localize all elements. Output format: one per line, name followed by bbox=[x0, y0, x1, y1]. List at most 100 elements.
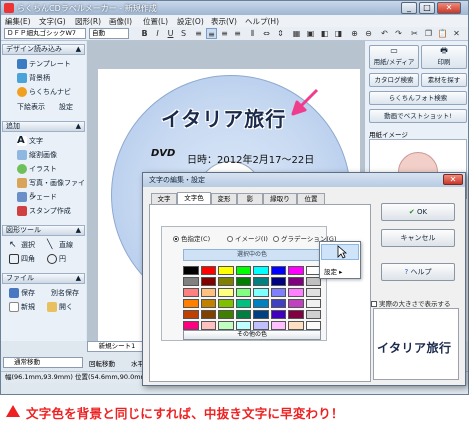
color-swatch[interactable] bbox=[270, 288, 286, 297]
add-illust-item[interactable]: イラスト bbox=[17, 163, 57, 175]
new-item[interactable]: 新規 bbox=[9, 301, 35, 313]
color-swatch[interactable] bbox=[288, 310, 304, 319]
circle-tool[interactable]: 円 bbox=[47, 253, 66, 265]
label-date-text[interactable]: 日時：2012年2月17～22日 bbox=[187, 151, 314, 166]
navi-item[interactable]: らくちんナビ bbox=[17, 86, 71, 98]
color-swatch[interactable] bbox=[218, 310, 234, 319]
menu-shape[interactable]: 図形(R) bbox=[75, 16, 101, 27]
color-swatch[interactable] bbox=[218, 299, 234, 308]
color-swatch[interactable] bbox=[235, 310, 251, 319]
rotate-checkbox[interactable]: 回転移動 bbox=[89, 358, 115, 368]
color-swatch[interactable] bbox=[183, 321, 199, 330]
back-icon[interactable]: ◨ bbox=[333, 28, 344, 39]
color-swatch[interactable] bbox=[305, 321, 321, 330]
color-swatch[interactable] bbox=[183, 310, 199, 319]
menu-help[interactable]: ヘルプ(H) bbox=[245, 16, 279, 27]
dialog-close-button[interactable]: ✕ bbox=[443, 174, 463, 185]
color-swatch[interactable] bbox=[200, 299, 216, 308]
spacing-icon[interactable]: ⇔ bbox=[261, 28, 272, 39]
color-swatch[interactable] bbox=[218, 266, 234, 275]
color-swatch[interactable] bbox=[253, 277, 269, 286]
color-swatch[interactable] bbox=[183, 266, 199, 275]
line-spacing-icon[interactable]: ⇕ bbox=[275, 28, 286, 39]
background-item[interactable]: 背景柄 bbox=[17, 72, 50, 84]
line-tool[interactable]: ╲ 直線 bbox=[47, 239, 73, 251]
color-swatch[interactable] bbox=[305, 310, 321, 319]
color-swatch[interactable] bbox=[183, 299, 199, 308]
open-item[interactable]: 開く bbox=[47, 301, 73, 313]
color-swatch[interactable] bbox=[270, 310, 286, 319]
zoom-in-icon[interactable]: ⊕ bbox=[349, 28, 360, 39]
paper-media-button[interactable]: ▭ 用紙/メディア bbox=[369, 45, 419, 69]
color-swatch[interactable] bbox=[235, 277, 251, 286]
color-swatch[interactable] bbox=[218, 321, 234, 330]
zoom-out-icon[interactable]: ⊖ bbox=[363, 28, 374, 39]
color-swatch[interactable] bbox=[183, 288, 199, 297]
color-swatch[interactable] bbox=[270, 266, 286, 275]
color-swatch[interactable] bbox=[270, 299, 286, 308]
color-swatch[interactable] bbox=[288, 299, 304, 308]
add-split-image-item[interactable]: 縦割画像 bbox=[17, 149, 57, 161]
color-swatch[interactable] bbox=[235, 299, 251, 308]
color-swatch[interactable] bbox=[235, 266, 251, 275]
color-swatch[interactable] bbox=[288, 277, 304, 286]
rect-tool[interactable]: 四角 bbox=[9, 253, 35, 265]
redo-icon[interactable]: ↷ bbox=[393, 28, 404, 39]
group-icon[interactable]: ▣ bbox=[305, 28, 316, 39]
other-colors-button[interactable]: その他の色 bbox=[183, 330, 321, 340]
menu-edit[interactable]: 編集(E) bbox=[5, 16, 31, 27]
paste-icon[interactable]: 📋 bbox=[437, 28, 448, 39]
color-swatch[interactable] bbox=[270, 277, 286, 286]
undo-icon[interactable]: ↶ bbox=[379, 28, 390, 39]
color-swatch[interactable] bbox=[200, 321, 216, 330]
help-button[interactable]: ? ヘルプ bbox=[381, 263, 455, 281]
bold-button[interactable]: B bbox=[139, 28, 150, 39]
strike-button[interactable]: S bbox=[178, 28, 189, 39]
arrange-icon[interactable]: ▦ bbox=[291, 28, 302, 39]
template-item[interactable]: テンプレート bbox=[17, 58, 71, 70]
cut-icon[interactable]: ✂ bbox=[409, 28, 420, 39]
add-text-item[interactable]: A 文字 bbox=[17, 135, 43, 147]
color-swatch[interactable] bbox=[253, 310, 269, 319]
color-swatch[interactable] bbox=[253, 321, 269, 330]
actual-size-checkbox[interactable]: 実際の大きさで表示する bbox=[371, 298, 451, 308]
color-swatch[interactable] bbox=[288, 266, 304, 275]
color-swatch[interactable] bbox=[305, 288, 321, 297]
copy-icon[interactable]: ❐ bbox=[423, 28, 434, 39]
save-item[interactable]: 保存 bbox=[9, 287, 35, 299]
menu-view[interactable]: 表示(V) bbox=[211, 16, 237, 27]
color-swatch[interactable] bbox=[253, 288, 269, 297]
add-section-header[interactable]: 追加 ▲ bbox=[2, 121, 85, 132]
justify-icon[interactable]: ≡ bbox=[232, 28, 243, 39]
sheet-tab[interactable]: 新規シート1 bbox=[87, 341, 147, 352]
underline-button[interactable]: U bbox=[165, 28, 176, 39]
design-settings-button[interactable]: 設定 bbox=[59, 101, 73, 113]
underlay-button[interactable]: 下絵表示 bbox=[17, 101, 45, 113]
color-swatch[interactable] bbox=[235, 321, 251, 330]
color-swatch[interactable] bbox=[200, 310, 216, 319]
design-section-header[interactable]: デザイン読み込み ▲ bbox=[2, 44, 85, 55]
menu-text[interactable]: 文字(G) bbox=[39, 16, 66, 27]
add-stamp-item[interactable]: スタンプ作成 bbox=[17, 205, 71, 217]
close-button[interactable]: ✕ bbox=[437, 2, 461, 14]
color-swatch[interactable] bbox=[253, 299, 269, 308]
menu-settings[interactable]: 設定(O) bbox=[177, 16, 204, 27]
align-center-icon[interactable]: ≡ bbox=[206, 28, 217, 39]
color-swatch[interactable] bbox=[270, 321, 286, 330]
dropdown-settings-item[interactable]: 設定 ▸ bbox=[324, 266, 342, 276]
catalog-search-button[interactable]: カタログ検索 bbox=[369, 73, 419, 87]
color-swatch[interactable] bbox=[235, 288, 251, 297]
font-select[interactable]: ＤＦＰ細丸ゴシックW7 bbox=[4, 28, 86, 39]
delete-icon[interactable]: ✕ bbox=[451, 28, 462, 39]
color-swatch[interactable] bbox=[288, 288, 304, 297]
color-swatch[interactable] bbox=[218, 288, 234, 297]
font-size-select[interactable]: 自動 bbox=[89, 28, 129, 39]
ok-button[interactable]: ✔ OK bbox=[381, 203, 455, 221]
color-swatch[interactable] bbox=[200, 266, 216, 275]
vertical-text-icon[interactable]: ⫴ bbox=[247, 28, 258, 39]
find-material-button[interactable]: 素材を探す bbox=[421, 73, 467, 87]
move-mode-select[interactable]: 通常移動 bbox=[3, 357, 83, 368]
select-tool[interactable]: ↖ 選択 bbox=[9, 239, 35, 251]
print-button[interactable]: 🖶 印刷 bbox=[421, 45, 467, 69]
add-photo-item[interactable]: 写真・画像ファイル bbox=[17, 177, 86, 199]
